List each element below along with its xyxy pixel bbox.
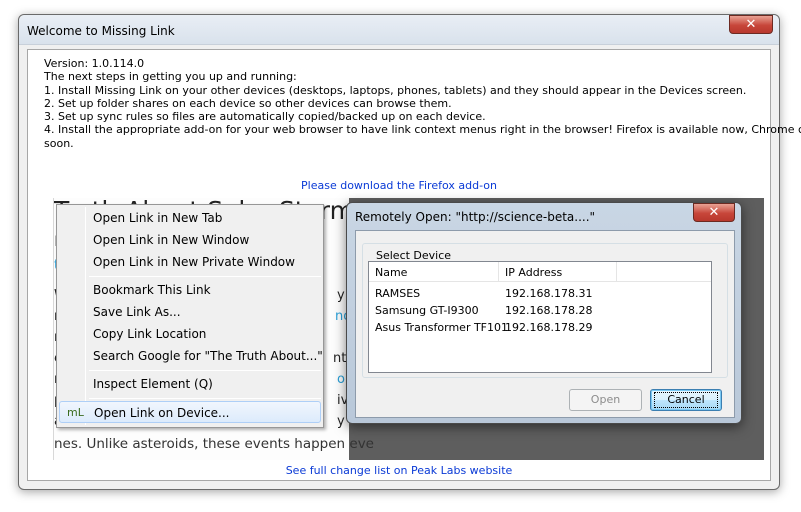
- menu-item-open-new-tab[interactable]: Open Link in New Tab: [59, 207, 321, 229]
- menu-item-label: Open Link in New Window: [93, 233, 250, 247]
- menu-item-open-new-window[interactable]: Open Link in New Window: [59, 229, 321, 251]
- cancel-button[interactable]: Cancel: [650, 389, 722, 411]
- window-title: Welcome to Missing Link: [27, 24, 175, 38]
- device-row[interactable]: Samsung GT-I9300 192.168.178.28: [369, 302, 711, 319]
- open-button[interactable]: Open: [569, 389, 642, 411]
- menu-item-label: Search Google for "The Truth About...": [93, 349, 323, 363]
- menu-item-label: Inspect Element (Q): [93, 377, 213, 391]
- menu-item-inspect-element[interactable]: Inspect Element (Q): [59, 373, 321, 395]
- device-ip: 192.168.178.31: [505, 287, 593, 300]
- remotely-open-dialog: Remotely Open: "http://science-beta...."…: [346, 202, 742, 424]
- step-2: 2. Set up folder shares on each device s…: [44, 96, 452, 110]
- step-1: 1. Install Missing Link on your other de…: [44, 83, 747, 97]
- column-header-name[interactable]: Name: [369, 262, 499, 282]
- intro-line: The next steps in getting you up and run…: [44, 70, 297, 84]
- device-list[interactable]: Name IP Address RAMSES 192.168.178.31 Sa…: [368, 261, 712, 373]
- article-fragment: y: [337, 288, 345, 303]
- device-row[interactable]: Asus Transformer TF101 192.168.178.29: [369, 319, 711, 336]
- device-ip: 192.168.178.28: [505, 304, 593, 317]
- menu-item-label: Bookmark This Link: [93, 283, 211, 297]
- menu-item-label: Copy Link Location: [93, 327, 207, 341]
- missing-link-icon: mL: [67, 406, 84, 419]
- changelog-link[interactable]: See full change list on Peak Labs websit…: [28, 464, 770, 477]
- device-list-header: Name IP Address: [369, 262, 711, 282]
- device-row[interactable]: RAMSES 192.168.178.31: [369, 285, 711, 302]
- menu-item-open-private-window[interactable]: Open Link in New Private Window: [59, 251, 321, 273]
- device-name: RAMSES: [375, 287, 421, 300]
- step-4: 4. Install the appropriate add-on for yo…: [44, 123, 801, 137]
- step-4-continued: soon.: [44, 136, 74, 150]
- dialog-body: Select Device Name IP Address RAMSES 192…: [355, 230, 735, 418]
- article-bottom-line: nes. Unlike asteroids, these events happ…: [54, 436, 374, 452]
- menu-separator: [89, 276, 321, 277]
- menu-item-label: Open Link on Device...: [94, 406, 230, 420]
- close-button[interactable]: ✕: [729, 15, 773, 34]
- cancel-button-label: Cancel: [667, 393, 705, 406]
- menu-item-bookmark-link[interactable]: Bookmark This Link: [59, 279, 321, 301]
- menu-separator: [89, 370, 321, 371]
- menu-item-label: Open Link in New Tab: [93, 211, 223, 225]
- firefox-addon-link[interactable]: Please download the Firefox add-on: [28, 179, 770, 192]
- column-header-label: IP Address: [505, 266, 563, 279]
- menu-item-label: Save Link As...: [93, 305, 181, 319]
- link-context-menu: Open Link in New Tab Open Link in New Wi…: [56, 204, 324, 428]
- version-line: Version: 1.0.114.0: [44, 57, 145, 70]
- device-name: Samsung GT-I9300: [375, 304, 479, 317]
- device-ip: 192.168.178.29: [505, 321, 593, 334]
- menu-item-label: Open Link in New Private Window: [93, 255, 295, 269]
- menu-separator: [89, 398, 321, 399]
- firefox-addon-link-text[interactable]: Please download the Firefox add-on: [301, 179, 497, 192]
- changelog-link-text[interactable]: See full change list on Peak Labs websit…: [286, 464, 513, 477]
- menu-item-search-google[interactable]: Search Google for "The Truth About...": [59, 345, 323, 367]
- title-bar[interactable]: Welcome to Missing Link ✕: [19, 15, 779, 45]
- column-header-ip[interactable]: IP Address: [499, 262, 617, 282]
- article-fragment: y: [337, 414, 345, 429]
- device-name: Asus Transformer TF101: [375, 321, 508, 334]
- menu-item-open-link-on-device[interactable]: mL Open Link on Device...: [59, 401, 321, 423]
- column-header-label: Name: [375, 266, 408, 279]
- article-fragment: o: [337, 372, 345, 387]
- dialog-title: Remotely Open: "http://science-beta....": [355, 210, 596, 224]
- dialog-close-button[interactable]: ✕: [693, 203, 735, 222]
- menu-item-save-link-as[interactable]: Save Link As...: [59, 301, 321, 323]
- step-3: 3. Set up sync rules so files are automa…: [44, 110, 486, 124]
- menu-item-copy-link-location[interactable]: Copy Link Location: [59, 323, 321, 345]
- intro-text: Version: 1.0.114.0 The next steps in get…: [44, 57, 801, 150]
